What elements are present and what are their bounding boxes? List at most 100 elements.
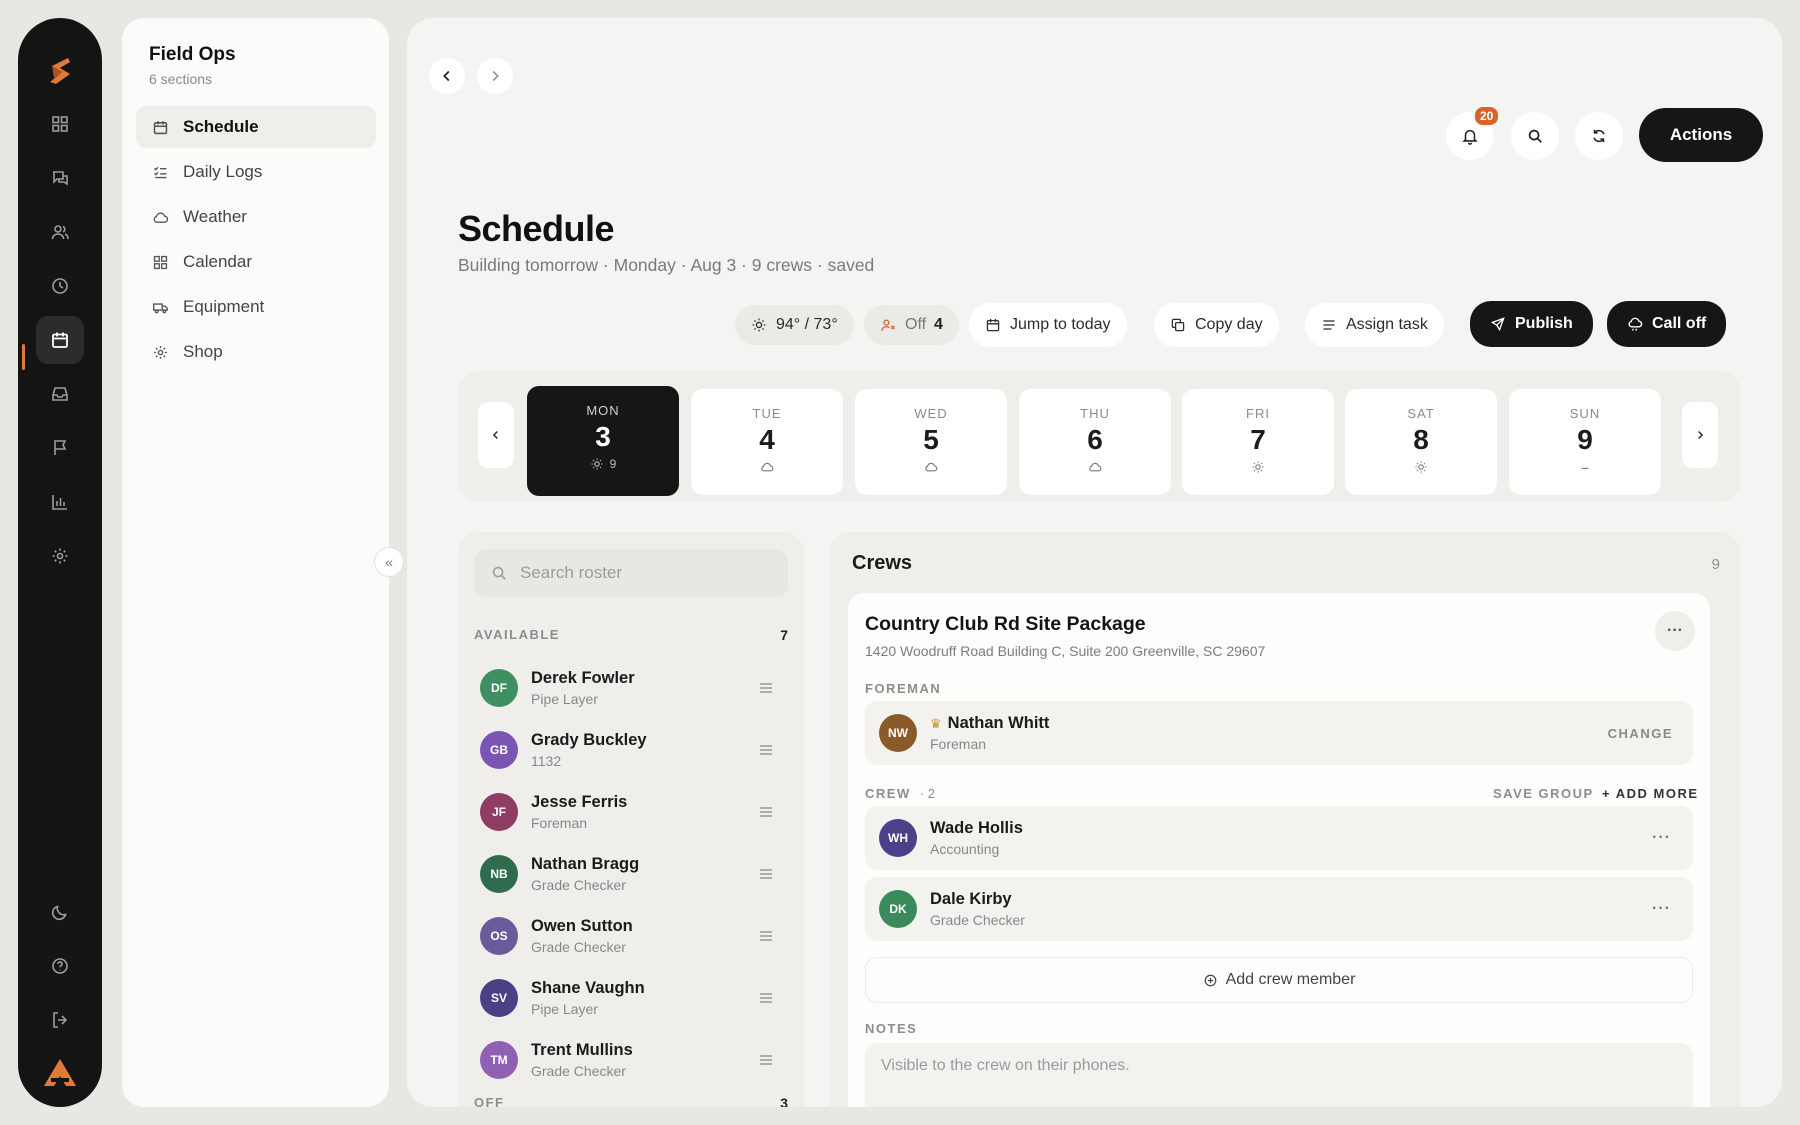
search-icon	[1528, 129, 1542, 143]
copy-day-label: Copy day	[1195, 316, 1263, 333]
app-logo-icon[interactable]	[40, 52, 80, 92]
assign-task-label: Assign task	[1346, 316, 1428, 333]
refresh-button[interactable]	[1575, 112, 1623, 160]
roster-person[interactable]: TM Trent Mullins Grade Checker	[480, 1035, 788, 1085]
day-weather	[1345, 460, 1497, 474]
search-roster-input[interactable]: Search roster	[474, 549, 788, 597]
save-group-button[interactable]: SAVE GROUP	[1493, 786, 1594, 801]
day-name: SUN	[1569, 406, 1601, 421]
drag-handle-icon[interactable]	[758, 806, 774, 818]
drag-handle-icon[interactable]	[758, 930, 774, 942]
avatar: WH	[879, 819, 917, 857]
day-name: MON	[586, 403, 620, 418]
search-button[interactable]	[1511, 112, 1559, 160]
avatar: JF	[480, 793, 518, 831]
day-wed[interactable]: WED 5	[855, 389, 1007, 495]
sidebar-item-daily-logs[interactable]: Daily Logs	[136, 151, 376, 193]
crew-member-row[interactable]: DK Dale Kirby Grade Checker ···	[865, 877, 1693, 941]
day-date: 4	[759, 424, 775, 455]
sidebar-item-equipment[interactable]: Equipment	[136, 286, 376, 328]
flag-icon[interactable]	[36, 424, 84, 472]
call-off-button[interactable]: Call off	[1607, 301, 1727, 347]
dark-mode-moon-icon[interactable]	[36, 888, 84, 936]
roster-person[interactable]: GB Grady Buckley 1132	[480, 725, 788, 775]
prev-week-button[interactable]	[478, 402, 514, 468]
forward-button[interactable]	[477, 58, 513, 94]
add-crew-member-button[interactable]: Add crew member	[865, 957, 1693, 1003]
help-icon[interactable]	[36, 942, 84, 990]
day-sun[interactable]: SUN 9	[1509, 389, 1661, 495]
schedule-calendar-icon[interactable]	[36, 316, 84, 364]
avatar: TM	[480, 1041, 518, 1079]
copy-icon	[1171, 318, 1185, 332]
member-more-icon[interactable]: ···	[1652, 829, 1671, 847]
copy-day-button[interactable]: Copy day	[1154, 303, 1279, 347]
jump-to-today-button[interactable]: Jump to today	[969, 303, 1127, 347]
person-name: Jesse Ferris	[531, 793, 628, 811]
back-button[interactable]	[429, 58, 465, 94]
day-weather	[691, 460, 843, 474]
day-sat[interactable]: SAT 8	[1345, 389, 1497, 495]
day-name: SAT	[1407, 406, 1435, 421]
clock-icon[interactable]	[36, 262, 84, 310]
member-more-icon[interactable]: ···	[1652, 900, 1671, 918]
roster-person[interactable]: OS Owen Sutton Grade Checker	[480, 911, 788, 961]
day-tue[interactable]: TUE 4	[691, 389, 843, 495]
calendar-icon	[986, 319, 1000, 332]
crews-panel: Crews 9 Country Club Rd Site Package 142…	[830, 532, 1740, 1107]
foreman-row[interactable]: NW ♛ Nathan Whitt Foreman CHANGE	[865, 701, 1693, 765]
off-chip[interactable]: Off 4	[864, 305, 959, 345]
day-fri[interactable]: FRI 7	[1182, 389, 1334, 495]
cloud-icon	[153, 212, 169, 223]
sidebar-item-label: Shop	[183, 342, 223, 361]
day-weather	[1182, 460, 1334, 474]
settings-gear-icon[interactable]	[36, 532, 84, 580]
drag-handle-icon[interactable]	[758, 1054, 774, 1066]
roster-person[interactable]: JF Jesse Ferris Foreman	[480, 787, 788, 837]
publish-label: Publish	[1515, 315, 1573, 332]
person-name: Nathan Bragg	[531, 855, 640, 873]
roster-person[interactable]: DF Derek Fowler Pipe Layer	[480, 663, 788, 713]
inbox-icon[interactable]	[36, 370, 84, 418]
crew-more-button[interactable]: ···	[1655, 611, 1695, 651]
assign-task-button[interactable]: Assign task	[1305, 303, 1444, 347]
person-info: Dale Kirby Grade Checker	[930, 890, 1693, 928]
person-info: Trent Mullins Grade Checker	[531, 1041, 758, 1079]
drag-handle-icon[interactable]	[758, 992, 774, 1004]
roster-person[interactable]: NB Nathan Bragg Grade Checker	[480, 849, 788, 899]
member-role: Grade Checker	[930, 912, 1025, 928]
weather-chip[interactable]: 94° / 73°	[735, 305, 854, 345]
notes-textarea[interactable]: Visible to the crew on their phones.	[865, 1043, 1693, 1107]
list-icon	[1323, 320, 1335, 330]
avatar: DK	[879, 890, 917, 928]
job-title[interactable]: Country Club Rd Site Package	[865, 613, 1146, 636]
next-week-button[interactable]	[1682, 402, 1718, 468]
drag-handle-icon[interactable]	[758, 868, 774, 880]
roster-person[interactable]: SV Shane Vaughn Pipe Layer	[480, 973, 788, 1023]
sidebar-item-weather[interactable]: Weather	[136, 196, 376, 238]
crews-title: Crews	[852, 552, 913, 574]
dashboard-icon[interactable]	[36, 100, 84, 148]
change-foreman-button[interactable]: CHANGE	[1608, 726, 1673, 741]
page-subtitle: Building tomorrow · Monday · Aug 3 · 9 c…	[458, 255, 875, 275]
reports-chart-icon[interactable]	[36, 478, 84, 526]
send-icon	[1490, 317, 1505, 332]
logout-icon[interactable]	[36, 996, 84, 1044]
drag-handle-icon[interactable]	[758, 744, 774, 756]
messages-icon[interactable]	[36, 154, 84, 202]
actions-button[interactable]: Actions	[1639, 108, 1763, 162]
sidebar-item-shop[interactable]: Shop	[136, 331, 376, 373]
person-name: Owen Sutton	[531, 917, 633, 935]
collapse-sidebar-button[interactable]: «	[374, 547, 404, 577]
add-more-button[interactable]: + ADD MORE	[1602, 786, 1699, 801]
crew-member-row[interactable]: WH Wade Hollis Accounting ···	[865, 806, 1693, 870]
sun-icon	[591, 458, 603, 470]
sidebar-item-schedule[interactable]: Schedule	[136, 106, 376, 148]
publish-button[interactable]: Publish	[1470, 301, 1593, 347]
day-date: 6	[1087, 424, 1103, 455]
sidebar-item-calendar[interactable]: Calendar	[136, 241, 376, 283]
day-mon[interactable]: MON 3 9	[527, 386, 679, 496]
team-icon[interactable]	[36, 208, 84, 256]
drag-handle-icon[interactable]	[758, 682, 774, 694]
day-thu[interactable]: THU 6	[1019, 389, 1171, 495]
